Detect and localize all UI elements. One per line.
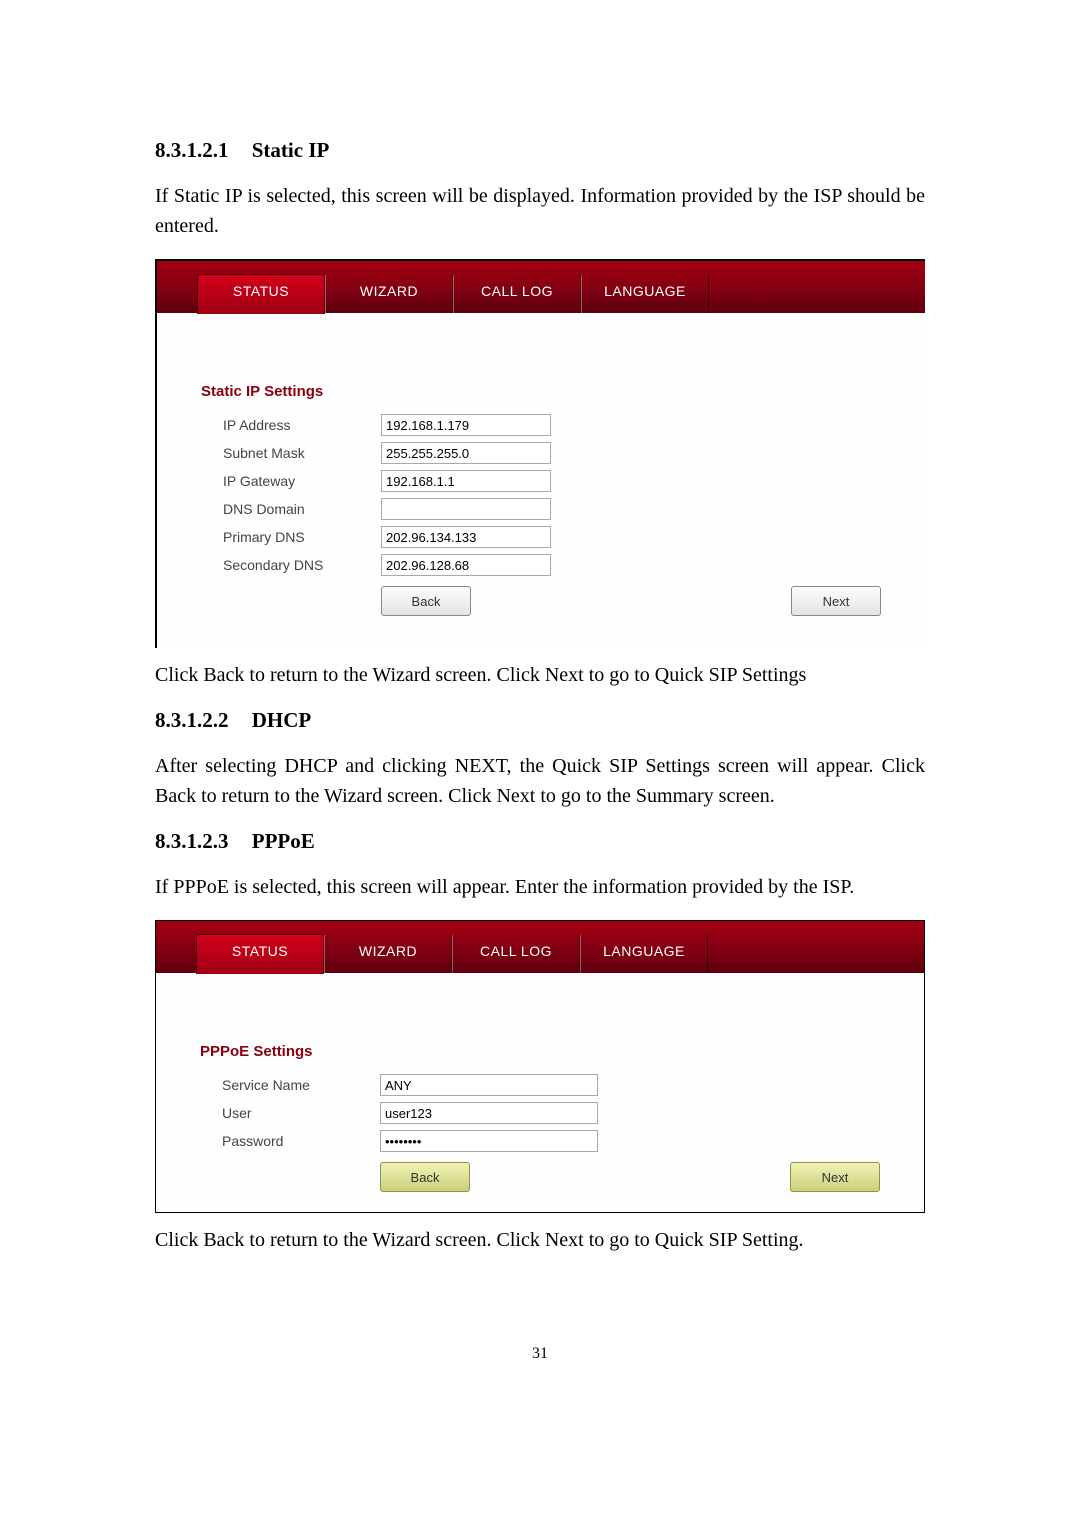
para-dhcp: After selecting DHCP and clicking NEXT, … (155, 751, 925, 811)
input-secondary-dns[interactable] (381, 554, 551, 576)
tab-call-log[interactable]: CALL LOG (452, 935, 580, 973)
label-secondary-dns: Secondary DNS (201, 557, 381, 573)
back-button[interactable]: Back (381, 586, 471, 616)
label-ip-address: IP Address (201, 417, 381, 433)
nav-bar: STATUS WIZARD CALL LOG LANGUAGE (157, 261, 925, 313)
static-ip-panel: STATUS WIZARD CALL LOG LANGUAGE Static I… (155, 259, 925, 648)
para-static-ip-nav: Click Back to return to the Wizard scree… (155, 660, 925, 690)
input-dns-domain[interactable] (381, 498, 551, 520)
page-number: 31 (155, 1345, 925, 1363)
heading-static-ip: 8.3.1.2.1 Static IP (155, 138, 925, 163)
label-ip-gateway: IP Gateway (201, 473, 381, 489)
heading-title: DHCP (252, 708, 312, 732)
tab-call-log[interactable]: CALL LOG (453, 275, 581, 313)
heading-num: 8.3.1.2.1 (155, 138, 229, 163)
tab-status[interactable]: STATUS (196, 934, 324, 974)
pppoe-title: PPPoE Settings (200, 1043, 880, 1060)
nav-bar: STATUS WIZARD CALL LOG LANGUAGE (156, 921, 924, 973)
pppoe-body: PPPoE Settings Service Name User Passwor… (156, 973, 924, 1212)
label-dns-domain: DNS Domain (201, 501, 381, 517)
input-service-name[interactable] (380, 1074, 598, 1096)
label-primary-dns: Primary DNS (201, 529, 381, 545)
heading-title: Static IP (252, 138, 330, 162)
back-button[interactable]: Back (380, 1162, 470, 1192)
para-pppoe-intro: If PPPoE is selected, this screen will a… (155, 872, 925, 902)
label-service-name: Service Name (200, 1077, 380, 1093)
label-subnet-mask: Subnet Mask (201, 445, 381, 461)
tab-status[interactable]: STATUS (197, 274, 325, 314)
tab-wizard[interactable]: WIZARD (324, 935, 452, 973)
tab-language[interactable]: LANGUAGE (580, 935, 708, 973)
input-ip-address[interactable] (381, 414, 551, 436)
heading-num: 8.3.1.2.2 (155, 708, 229, 733)
static-ip-body: Static IP Settings IP Address Subnet Mas… (157, 313, 925, 648)
input-ip-gateway[interactable] (381, 470, 551, 492)
label-password: Password (200, 1133, 380, 1149)
tab-language[interactable]: LANGUAGE (581, 275, 709, 313)
heading-dhcp: 8.3.1.2.2 DHCP (155, 708, 925, 733)
input-password[interactable] (380, 1130, 598, 1152)
input-subnet-mask[interactable] (381, 442, 551, 464)
heading-pppoe: 8.3.1.2.3 PPPoE (155, 829, 925, 854)
heading-num: 8.3.1.2.3 (155, 829, 229, 854)
input-primary-dns[interactable] (381, 526, 551, 548)
next-button[interactable]: Next (790, 1162, 880, 1192)
heading-title: PPPoE (252, 829, 315, 853)
label-user: User (200, 1105, 380, 1121)
para-static-ip-intro: If Static IP is selected, this screen wi… (155, 181, 925, 241)
tab-wizard[interactable]: WIZARD (325, 275, 453, 313)
input-user[interactable] (380, 1102, 598, 1124)
static-ip-title: Static IP Settings (201, 383, 881, 400)
next-button[interactable]: Next (791, 586, 881, 616)
para-pppoe-nav: Click Back to return to the Wizard scree… (155, 1225, 925, 1255)
pppoe-panel: STATUS WIZARD CALL LOG LANGUAGE PPPoE Se… (155, 920, 925, 1213)
